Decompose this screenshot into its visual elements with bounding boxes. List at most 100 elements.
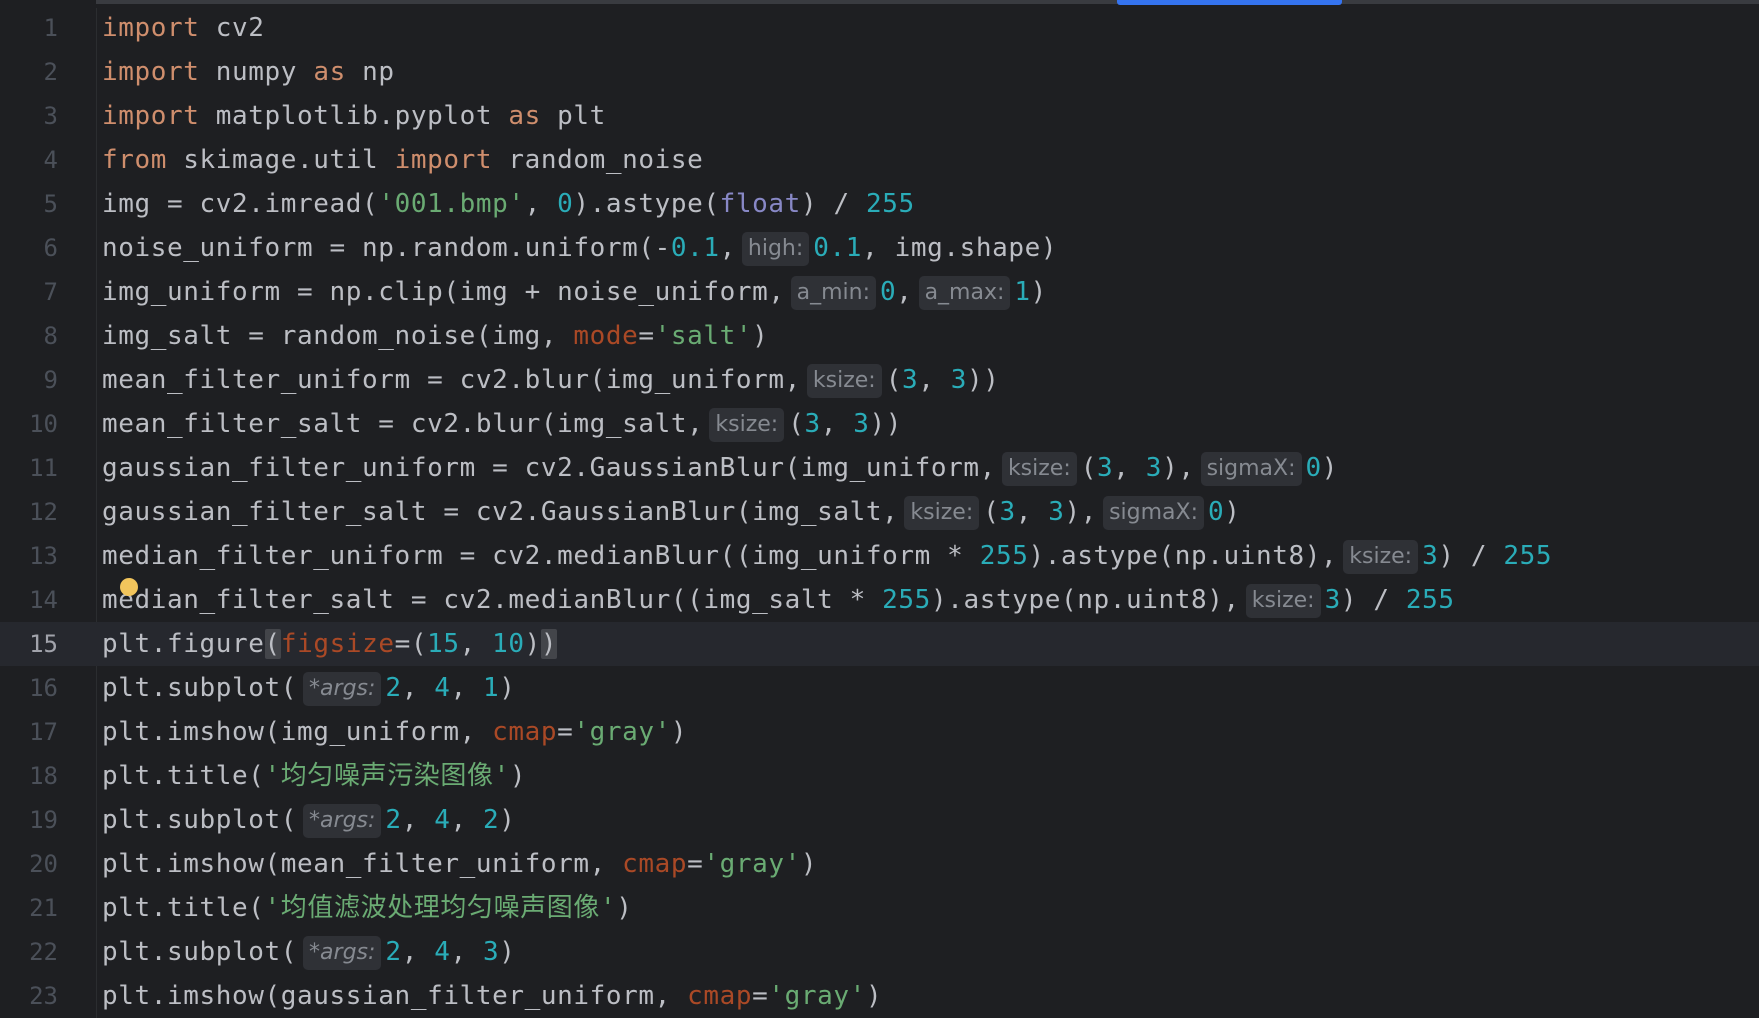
code-text[interactable]: plt.subplot(*args: 2, 4, 2) [102,798,516,842]
matched-brace: ) [540,629,558,659]
code-text[interactable]: plt.imshow(gaussian_filter_uniform, cmap… [102,974,882,1018]
code-text[interactable]: plt.imshow(mean_filter_uniform, cmap='gr… [102,842,817,886]
code-line[interactable]: 21 plt.title('均值滤波处理均匀噪声图像') [0,886,1759,930]
code-text[interactable]: from skimage.util import random_noise [102,138,703,182]
code-token: 3 [950,365,968,395]
code-text[interactable]: median_filter_uniform = cv2.medianBlur((… [102,534,1552,578]
code-token: ), [1162,453,1195,483]
code-token: import [394,145,493,175]
code-line[interactable]: 6 noise_uniform = np.random.uniform(-0.1,… [0,226,1759,270]
code-token: figsize [280,629,395,659]
code-token: 15 [427,629,460,659]
code-token: 255 [865,189,915,219]
code-text[interactable]: mean_filter_salt = cv2.blur(img_salt, ksi… [102,402,902,446]
line-number: 10 [29,410,58,438]
intention-bulb-icon[interactable] [120,578,138,596]
code-token: 4 [434,673,451,703]
code-line[interactable]: 15 plt.figure(figsize=(15, 10)) [0,622,1759,666]
code-text[interactable]: gaussian_filter_uniform = cv2.GaussianBl… [102,446,1338,490]
code-token: 0 [1208,497,1225,527]
code-token: , [459,629,493,659]
code-line[interactable]: 4 from skimage.util import random_noise [0,138,1759,182]
code-line[interactable]: 9 mean_filter_uniform = cv2.blur(img_unif… [0,358,1759,402]
code-text[interactable]: gaussian_filter_salt = cv2.GaussianBlur(… [102,490,1241,534]
code-line[interactable]: 5 img = cv2.imread('001.bmp', 0).astype(f… [0,182,1759,226]
code-token: np [345,57,395,87]
code-text[interactable]: plt.title('均匀噪声污染图像') [102,754,526,798]
code-token: img_uniform = np.clip(img + noise_unifor… [102,277,785,307]
parameter-hint: ksize: [904,495,980,530]
code-token: cmap [687,981,753,1011]
code-token: 0.1 [813,233,863,263]
code-token: 2 [482,805,500,835]
code-token: ) [524,629,541,659]
code-token: = [687,849,704,879]
code-line[interactable]: 10 mean_filter_salt = cv2.blur(img_salt, k… [0,402,1759,446]
code-token: 0 [880,277,897,307]
code-text[interactable]: import numpy as np [102,50,395,94]
code-text[interactable]: plt.imshow(img_uniform, cmap='gray') [102,710,687,754]
code-token: img = cv2.imread( [102,189,379,219]
code-token: ) [865,981,883,1011]
parameter-hint: ksize: [806,363,882,398]
code-line[interactable]: 12 gaussian_filter_salt = cv2.GaussianBlu… [0,490,1759,534]
code-text[interactable]: plt.subplot(*args: 2, 4, 1) [102,666,516,710]
code-line[interactable]: 17 plt.imshow(img_uniform, cmap='gray') [0,710,1759,754]
code-text[interactable]: img = cv2.imread('001.bmp', 0).astype(fl… [102,182,915,226]
code-line[interactable]: 14 median_filter_salt = cv2.medianBlur((i… [0,578,1759,622]
scroll-indicator[interactable] [1117,0,1342,5]
code-text[interactable]: import cv2 [102,6,265,50]
code-line[interactable]: 19 plt.subplot(*args: 2, 4, 2) [0,798,1759,842]
code-token: =( [394,629,428,659]
parameter-hint: ksize: [1001,451,1077,486]
code-text[interactable]: noise_uniform = np.random.uniform(-0.1, h… [102,226,1057,270]
code-text[interactable]: mean_filter_uniform = cv2.blur(img_unifo… [102,358,1000,402]
code-token: plt.imshow(img_uniform, [102,717,493,747]
code-line[interactable]: 2 import numpy as np [0,50,1759,94]
code-line[interactable]: 20 plt.imshow(mean_filter_uniform, cmap='… [0,842,1759,886]
line-number: 6 [43,234,58,262]
code-text[interactable]: import matplotlib.pyplot as plt [102,94,606,138]
code-token: import [102,101,200,131]
code-token: cv2 [199,13,265,43]
code-token: , [450,673,483,703]
code-token: 255 [1405,585,1455,615]
code-token: 'gray' [573,717,671,747]
code-text[interactable]: plt.figure(figsize=(15, 10)) [102,622,558,666]
code-token: 'gray' [703,849,801,879]
parameter-hint: ksize: [1245,583,1321,618]
code-text[interactable]: img_salt = random_noise(img, mode='salt'… [102,314,768,358]
code-line[interactable]: 16 plt.subplot(*args: 2, 4, 1) [0,666,1759,710]
code-text[interactable]: median_filter_salt = cv2.medianBlur((img… [102,578,1455,622]
code-line[interactable]: 13 median_filter_uniform = cv2.medianBlur… [0,534,1759,578]
code-token: plt.title( [102,893,265,923]
code-token: )) [869,409,903,439]
code-token: plt.subplot( [102,937,298,967]
parameter-hint: sigmaX: [1200,451,1302,486]
code-line[interactable]: 3 import matplotlib.pyplot as plt [0,94,1759,138]
code-token: 10 [492,629,525,659]
code-line[interactable]: 22 plt.subplot(*args: 2, 4, 3) [0,930,1759,974]
code-token: median_filter_uniform = cv2.medianBlur((… [102,541,980,571]
code-editor[interactable]: 1 import cv2 2 import numpy as np 3 import ma… [0,0,1759,1018]
code-line[interactable]: 8 img_salt = random_noise(img, mode='salt… [0,314,1759,358]
code-line[interactable]: 11 gaussian_filter_uniform = cv2.Gaussian… [0,446,1759,490]
code-token: 0.1 [670,233,720,263]
code-line[interactable]: 23 plt.imshow(gaussian_filter_uniform, cm… [0,974,1759,1018]
line-number: 18 [29,762,58,790]
code-token: 3 [901,365,919,395]
code-line[interactable]: 7 img_uniform = np.clip(img + noise_unifo… [0,270,1759,314]
code-token: import [102,57,200,87]
code-token: mean_filter_salt = cv2.blur(img_salt, [102,409,704,439]
code-token: 0 [1305,453,1322,483]
code-line[interactable]: 1 import cv2 [0,6,1759,50]
code-token: 3 [804,409,821,439]
code-token: )) [967,365,1000,395]
code-line[interactable]: 18 plt.title('均匀噪声污染图像') [0,754,1759,798]
code-text[interactable]: plt.subplot(*args: 2, 4, 3) [102,930,516,974]
parameter-hint: *args: [303,803,382,838]
code-token: ) [616,893,633,923]
code-token: median_filter_salt = cv2.medianBlur((img… [102,585,883,615]
code-text[interactable]: img_uniform = np.clip(img + noise_unifor… [102,270,1047,314]
code-text[interactable]: plt.title('均值滤波处理均匀噪声图像') [102,886,633,930]
